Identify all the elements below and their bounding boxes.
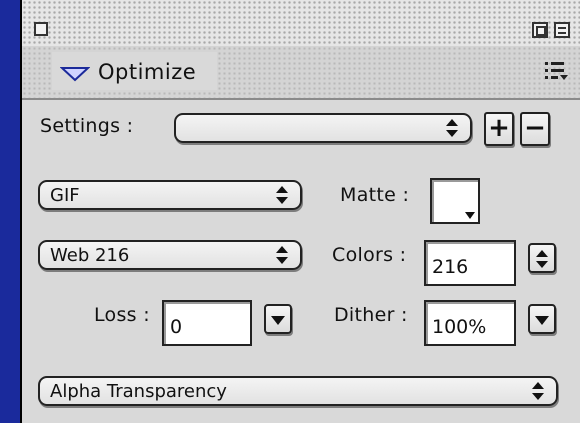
zoom-box-icon[interactable]: [532, 22, 548, 38]
colors-label: Colors :: [332, 244, 407, 266]
remove-settings-button[interactable]: −: [520, 112, 550, 146]
transparency-popup[interactable]: Alpha Transparency: [38, 376, 558, 406]
collapse-box-icon[interactable]: [554, 22, 570, 38]
settings-label: Settings :: [40, 115, 134, 137]
chevron-down-icon: [535, 316, 549, 325]
dither-field-value: 100%: [432, 316, 487, 338]
window-titlebar[interactable]: [22, 0, 580, 47]
matte-label: Matte :: [340, 184, 410, 206]
panel-header: Optimize: [22, 46, 580, 100]
panel-menu-icon[interactable]: [544, 60, 570, 82]
loss-field-value: 0: [170, 316, 183, 338]
dither-dropdown-button[interactable]: [528, 304, 556, 334]
disclosure-triangle-icon[interactable]: [60, 66, 90, 82]
matte-color-swatch[interactable]: [430, 178, 480, 224]
dither-field[interactable]: 100%: [424, 300, 516, 346]
popup-arrows-icon: [276, 186, 288, 204]
transparency-popup-value: Alpha Transparency: [50, 381, 227, 402]
optimize-panel: Optimize Settings : + − GIF Matte : Web …: [20, 0, 580, 423]
loss-field[interactable]: 0: [162, 300, 252, 346]
loss-label: Loss :: [94, 304, 150, 326]
colors-field-value: 216: [432, 256, 469, 278]
palette-popup[interactable]: Web 216: [38, 240, 302, 270]
dither-label: Dither :: [334, 304, 408, 326]
settings-popup[interactable]: [174, 113, 472, 143]
format-popup[interactable]: GIF: [38, 180, 302, 210]
panel-tab[interactable]: Optimize: [52, 52, 217, 90]
popup-arrows-icon: [532, 382, 544, 400]
format-popup-value: GIF: [50, 185, 80, 206]
dropdown-corner-icon: [465, 212, 475, 219]
popup-arrows-icon: [446, 119, 458, 137]
colors-stepper[interactable]: [528, 243, 556, 273]
stepper-arrows-icon: [536, 250, 548, 268]
close-box-icon[interactable]: [34, 22, 48, 36]
popup-arrows-icon: [276, 246, 288, 264]
panel-title: Optimize: [98, 60, 197, 84]
loss-dropdown-button[interactable]: [264, 304, 292, 334]
palette-popup-value: Web 216: [50, 245, 130, 266]
colors-field[interactable]: 216: [424, 240, 516, 286]
add-settings-button[interactable]: +: [484, 112, 514, 146]
chevron-down-icon: [271, 316, 285, 325]
panel-body: Settings : + − GIF Matte : Web 216 Color…: [22, 100, 580, 423]
